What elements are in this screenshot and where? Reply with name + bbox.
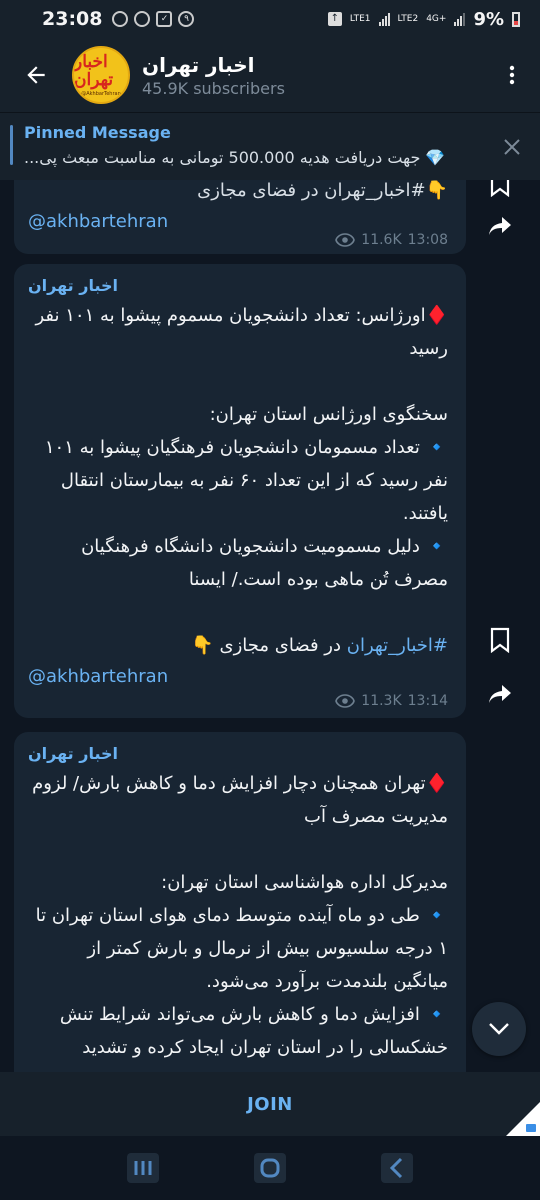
more-menu-button[interactable]	[484, 38, 540, 112]
recent-apps-icon	[127, 1153, 160, 1183]
corner-badge-icon	[506, 1102, 540, 1136]
back-nav-icon	[380, 1153, 413, 1183]
channel-header: اخبار تهران @AkhbarTehran اخبار تهران 45…	[0, 38, 540, 112]
recent-apps-button[interactable]	[123, 1148, 163, 1188]
signal1-icon	[378, 12, 390, 26]
bookmark-button[interactable]	[480, 180, 520, 204]
more-vertical-icon	[509, 65, 515, 85]
lte2-label: LTE2	[397, 14, 419, 24]
battery-icon	[512, 11, 520, 27]
message-bubble[interactable]: اخبار تهران ♦️تهران همچنان دچار افزایش د…	[14, 732, 466, 1072]
check-icon: ✓	[156, 11, 173, 27]
channel-handle-link[interactable]: @akhbartehran	[28, 666, 448, 687]
message-headline: ♦️اورژانس: تعداد دانشجویان مسموم پیشوا ب…	[35, 305, 448, 359]
pinned-indicator	[10, 125, 13, 165]
arrow-left-icon	[27, 66, 45, 84]
chevron-down-icon	[489, 1023, 509, 1035]
share-icon	[489, 217, 511, 235]
view-count: 11.6K	[361, 232, 402, 248]
battery-percent: 9%	[473, 8, 504, 30]
upload-icon: ↑	[327, 12, 342, 26]
pinned-message[interactable]: Pinned Message 💎 جهت دریافت هدیه 500.000…	[0, 112, 540, 180]
record-icon	[112, 11, 129, 27]
bookmark-icon	[490, 180, 510, 197]
avatar-logo: اخبار تهران	[74, 52, 114, 90]
close-icon	[504, 139, 520, 155]
message-headline: ♦️تهران همچنان دچار افزایش دما و کاهش با…	[32, 773, 448, 827]
pinned-title: Pinned Message	[24, 123, 171, 142]
channel-info[interactable]: اخبار تهران 45.9K subscribers	[142, 53, 484, 98]
message-source-line: سخنگوی اورژانس استان تهران:	[209, 404, 448, 425]
status-bar: 23:08 ✓ ۹ ↑ LTE1 LTE2 4G+ 9%	[0, 0, 540, 38]
message-partial-text: 👇#اخبار_تهران در فضای مجازی	[197, 180, 448, 201]
message-bullet: 🔹 افزایش دما و کاهش بارش می‌تواند شرایط …	[59, 1004, 448, 1058]
back-nav-button[interactable]	[377, 1148, 417, 1188]
pinned-close-button[interactable]	[498, 133, 526, 161]
message-text: ♦️تهران همچنان دچار افزایش دما و کاهش با…	[28, 767, 448, 1064]
channel-title: اخبار تهران	[142, 52, 255, 77]
lte1-label: LTE1	[349, 14, 371, 24]
notif-badge-icon: ۹	[178, 11, 195, 27]
message-bullet: 🔹 تعداد مسمومان دانشجویان فرهنگیان پیشوا…	[44, 437, 448, 524]
message-time: 13:08	[407, 232, 448, 248]
bookmark-icon	[490, 627, 510, 653]
share-button[interactable]	[480, 206, 520, 246]
home-icon	[253, 1153, 286, 1183]
eye-icon	[335, 233, 356, 247]
signal2-icon	[454, 12, 466, 26]
share-icon	[489, 685, 511, 703]
pinned-content: Pinned Message 💎 جهت دریافت هدیه 500.000…	[24, 123, 464, 167]
back-button[interactable]	[0, 38, 72, 112]
message-bullet: 🔹 دلیل مسمومیت دانشجویان دانشگاه فرهنگیا…	[81, 536, 448, 590]
home-button[interactable]	[250, 1148, 290, 1188]
subscriber-count: 45.9K subscribers	[142, 78, 285, 98]
share-button[interactable]	[480, 674, 520, 714]
view-count: 11.3K	[361, 693, 402, 709]
status-time: 23:08	[42, 8, 103, 30]
bookmark-button[interactable]	[480, 620, 520, 660]
join-button[interactable]: JOIN	[247, 1094, 293, 1115]
message-hashtag-line: #اخبار_تهران در فضای مجازی 👇	[28, 629, 448, 662]
message-meta: 11.6K 13:08	[28, 232, 448, 248]
message-bubble[interactable]: 👇#اخبار_تهران در فضای مجازی @akhbartehra…	[14, 180, 466, 254]
sync-icon	[134, 11, 151, 27]
message-author: اخبار تهران	[28, 744, 118, 763]
message-text: ♦️اورژانس: تعداد دانشجویان مسموم پیشوا ب…	[28, 299, 448, 662]
message-author: اخبار تهران	[28, 276, 118, 295]
notification-icons: ✓ ۹	[112, 11, 195, 27]
system-nav-bar	[0, 1136, 540, 1200]
status-indicators: ↑ LTE1 LTE2 4G+ 9%	[327, 8, 520, 30]
message-bullet: 🔹 طی دو ماه آینده متوسط دمای هوای استان …	[35, 905, 448, 992]
scroll-to-bottom-button[interactable]	[472, 1002, 526, 1056]
net-gen-label: 4G+	[426, 14, 447, 24]
message-meta: 11.3K 13:14	[28, 693, 448, 709]
message-bubble[interactable]: اخبار تهران ♦️اورژانس: تعداد دانشجویان م…	[14, 264, 466, 718]
avatar-handle: @AkhbarTehran	[81, 91, 121, 97]
message-list[interactable]: 👇#اخبار_تهران در فضای مجازی @akhbartehra…	[0, 180, 540, 1072]
message-time: 13:14	[407, 693, 448, 709]
channel-avatar[interactable]: اخبار تهران @AkhbarTehran	[72, 46, 130, 104]
channel-handle-link[interactable]: @akhbartehran	[28, 211, 448, 232]
message-source-line: مدیرکل اداره هواشناسی استان تهران:	[161, 872, 448, 893]
pinned-text: 💎 جهت دریافت هدیه 500.000 تومانی به مناس…	[24, 148, 446, 167]
join-bar[interactable]: JOIN	[0, 1072, 540, 1136]
hashtag-suffix: در فضای مجازی 👇	[191, 635, 347, 656]
hashtag-link[interactable]: #اخبار_تهران	[347, 635, 448, 656]
eye-icon	[335, 694, 356, 708]
